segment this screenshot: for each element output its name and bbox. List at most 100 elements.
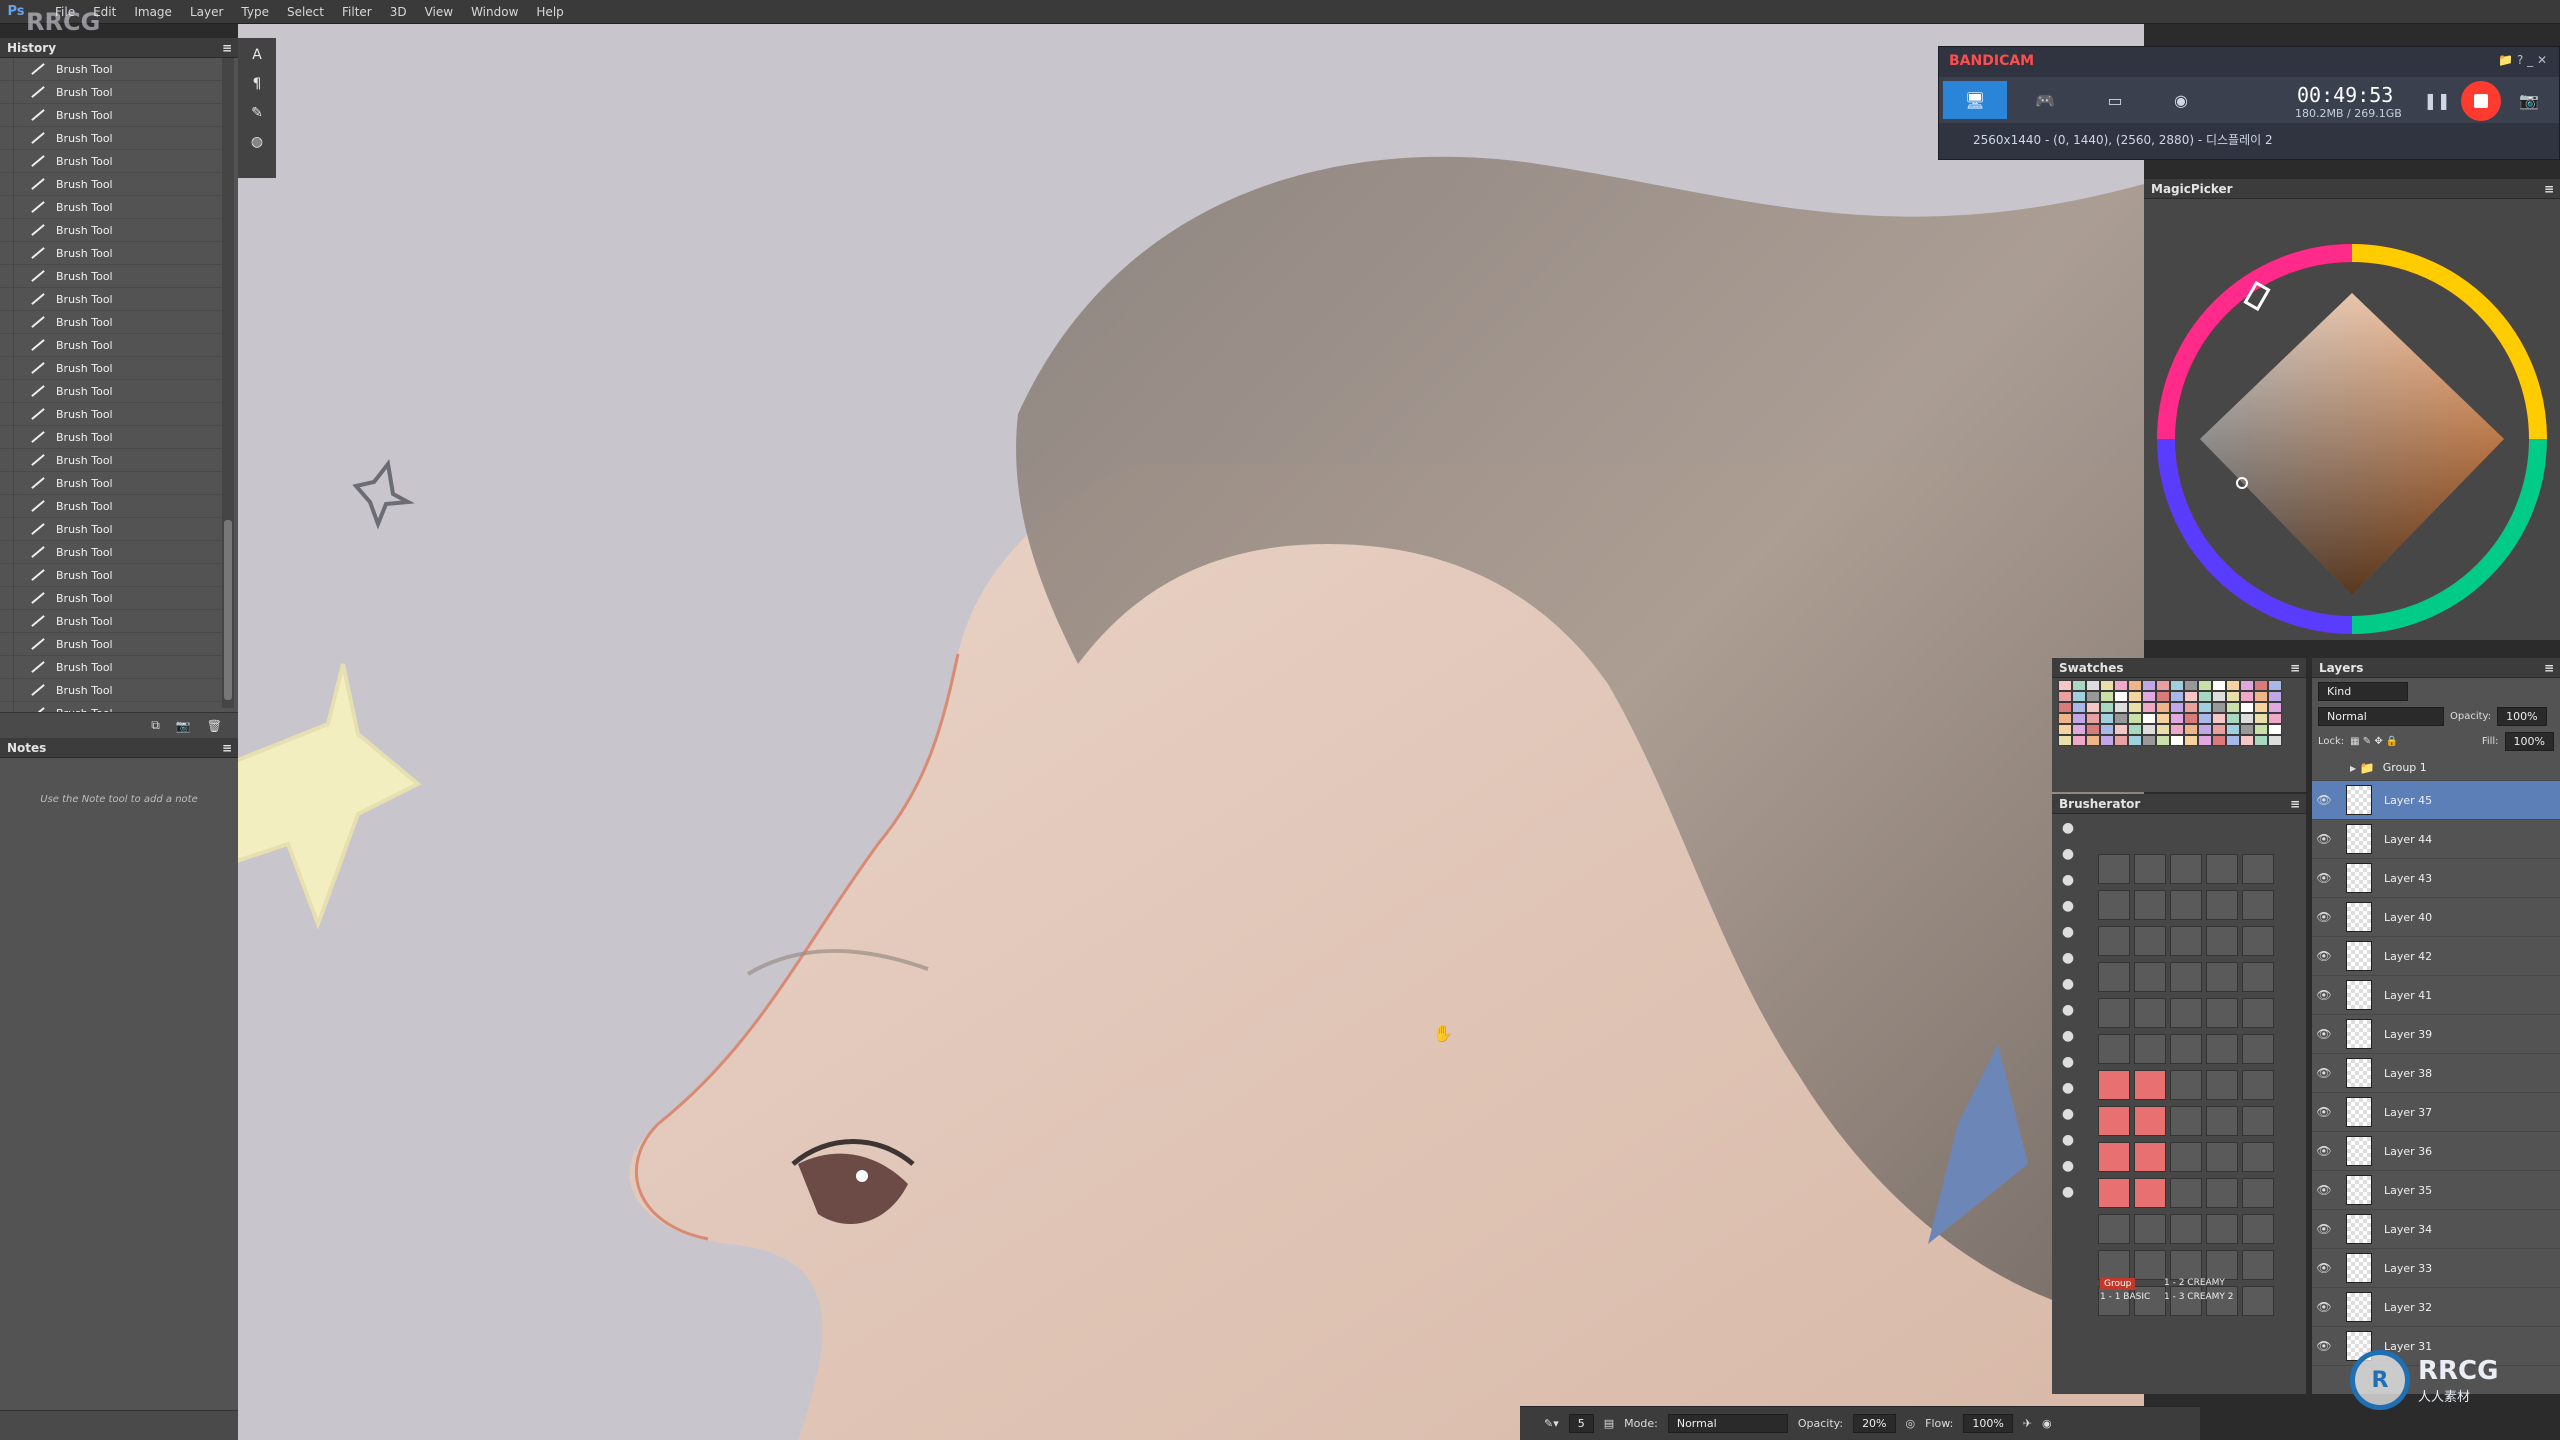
fill-icon[interactable]: ● xyxy=(2062,1184,2074,1200)
color-swatch[interactable] xyxy=(2254,735,2268,746)
color-swatch[interactable] xyxy=(2156,724,2170,735)
color-swatch[interactable] xyxy=(2226,724,2240,735)
history-state[interactable]: Brush Tool xyxy=(0,287,222,311)
color-swatch[interactable] xyxy=(2114,724,2128,735)
brush-preset-tile[interactable] xyxy=(2170,854,2202,884)
brush-preset-tile[interactable] xyxy=(2098,1178,2130,1208)
snapshot-source-toggle[interactable] xyxy=(0,632,14,656)
visibility-eye-icon[interactable]: 👁 xyxy=(2312,988,2336,1002)
snapshot-source-toggle[interactable] xyxy=(0,540,14,564)
character-tool-icon[interactable]: A xyxy=(243,43,271,67)
brush-preset-tile[interactable] xyxy=(2242,1034,2274,1064)
snapshot-source-toggle[interactable] xyxy=(0,218,14,242)
history-state[interactable]: Brush Tool xyxy=(0,655,222,679)
brush-presets-icon[interactable]: ✎ xyxy=(243,101,271,125)
visibility-eye-icon[interactable]: 👁 xyxy=(2312,1183,2336,1197)
color-swatch[interactable] xyxy=(2072,713,2086,724)
dodge-icon[interactable]: ● xyxy=(2062,1028,2074,1044)
snapshot-source-toggle[interactable] xyxy=(0,264,14,288)
color-swatch[interactable] xyxy=(2142,724,2156,735)
menu-item-filter[interactable]: Filter xyxy=(333,0,381,24)
brush-preset-tile[interactable] xyxy=(2170,890,2202,920)
color-swatch[interactable] xyxy=(2114,691,2128,702)
brush-preset-tile[interactable] xyxy=(2242,1178,2274,1208)
zoom-out-icon[interactable]: ● xyxy=(2062,1080,2074,1096)
airbrush-icon[interactable]: ✈ xyxy=(2023,1417,2032,1430)
mask-icon[interactable]: ● xyxy=(2062,1158,2074,1174)
layer-row[interactable]: 👁 Layer 36 xyxy=(2312,1132,2560,1171)
brush-preset-tile[interactable] xyxy=(2242,890,2274,920)
layer-row[interactable]: 👁 Layer 39 xyxy=(2312,1015,2560,1054)
snapshot-source-toggle[interactable] xyxy=(0,402,14,426)
flow-field[interactable]: 100% xyxy=(1963,1414,2013,1433)
brush-preset-tile[interactable] xyxy=(2134,1250,2166,1280)
menu-item-select[interactable]: Select xyxy=(278,0,333,24)
color-swatch[interactable] xyxy=(2184,735,2198,746)
color-swatch[interactable] xyxy=(2058,713,2072,724)
snapshot-source-toggle[interactable] xyxy=(0,471,14,495)
brush-preset-tile[interactable] xyxy=(2170,926,2202,956)
history-state[interactable]: Brush Tool xyxy=(0,264,222,288)
brush-preset-tile[interactable] xyxy=(2098,962,2130,992)
color-swatch[interactable] xyxy=(2240,713,2254,724)
layer-row[interactable]: 👁 Layer 34 xyxy=(2312,1210,2560,1249)
color-swatch[interactable] xyxy=(2212,713,2226,724)
color-swatch[interactable] xyxy=(2198,735,2212,746)
color-swatch[interactable] xyxy=(2156,713,2170,724)
color-swatch[interactable] xyxy=(2212,680,2226,691)
color-swatch[interactable] xyxy=(2114,713,2128,724)
menu-item-help[interactable]: Help xyxy=(527,0,572,24)
color-swatch[interactable] xyxy=(2254,680,2268,691)
color-swatch[interactable] xyxy=(2142,680,2156,691)
color-swatch[interactable] xyxy=(2086,680,2100,691)
layer-row[interactable]: 👁 Layer 41 xyxy=(2312,976,2560,1015)
magic-wand-icon[interactable]: ● xyxy=(2062,846,2074,862)
brush-preset-tile[interactable] xyxy=(2170,1034,2202,1064)
history-state[interactable]: Brush Tool xyxy=(0,632,222,656)
history-state[interactable]: Brush Tool xyxy=(0,149,222,173)
brush-preset-tile[interactable] xyxy=(2134,1070,2166,1100)
brush-preset-tile[interactable] xyxy=(2242,1142,2274,1172)
brush-preset-tile[interactable] xyxy=(2170,1070,2202,1100)
zoom-icon[interactable]: ● xyxy=(2062,1054,2074,1070)
brush-preset-tile[interactable] xyxy=(2206,998,2238,1028)
snapshot-source-toggle[interactable] xyxy=(0,287,14,311)
color-swatch[interactable] xyxy=(2226,680,2240,691)
brush-preset-tile[interactable] xyxy=(2206,1178,2238,1208)
new-document-from-state-icon[interactable]: ⧉ xyxy=(151,718,160,733)
color-swatch[interactable] xyxy=(2058,702,2072,713)
layer-row[interactable]: 👁 Layer 33 xyxy=(2312,1249,2560,1288)
cc-libraries-icon[interactable]: ◍ xyxy=(243,130,271,154)
brush-preset-tile[interactable] xyxy=(2170,1106,2202,1136)
color-swatch[interactable] xyxy=(2156,680,2170,691)
paragraph-icon[interactable]: ¶ xyxy=(243,72,271,96)
eyedropper-icon[interactable]: ● xyxy=(2062,872,2074,888)
snapshot-source-toggle[interactable] xyxy=(0,586,14,610)
history-state[interactable]: Brush Tool xyxy=(0,563,222,587)
snapshot-source-toggle[interactable] xyxy=(0,80,14,104)
opacity-field[interactable]: 20% xyxy=(1853,1414,1896,1433)
sharpen-icon[interactable]: ● xyxy=(2062,1002,2074,1018)
history-state[interactable]: Brush Tool xyxy=(0,678,222,702)
brush-preset-tile[interactable] xyxy=(2206,854,2238,884)
brush-preset-tile[interactable] xyxy=(2134,962,2166,992)
color-swatch[interactable] xyxy=(2114,680,2128,691)
history-state[interactable]: Brush Tool xyxy=(0,609,222,633)
brush-preset-tile[interactable] xyxy=(2098,1034,2130,1064)
layer-row[interactable]: 👁 Layer 38 xyxy=(2312,1054,2560,1093)
color-swatch[interactable] xyxy=(2114,735,2128,746)
color-swatch[interactable] xyxy=(2212,691,2226,702)
color-swatch[interactable] xyxy=(2100,713,2114,724)
stop-record-button[interactable] xyxy=(2461,81,2501,121)
layer-row[interactable]: 👁 Layer 32 xyxy=(2312,1288,2560,1327)
color-swatch[interactable] xyxy=(2268,680,2282,691)
color-swatch[interactable] xyxy=(2212,702,2226,713)
brush-preset-tile[interactable] xyxy=(2134,926,2166,956)
visibility-eye-icon[interactable]: 👁 xyxy=(2312,1144,2336,1158)
color-swatch[interactable] xyxy=(2072,702,2086,713)
webcam-icon[interactable]: ◉ xyxy=(2149,81,2213,119)
color-swatch[interactable] xyxy=(2128,735,2142,746)
color-swatch[interactable] xyxy=(2240,735,2254,746)
color-swatch[interactable] xyxy=(2128,680,2142,691)
visibility-eye-icon[interactable]: 👁 xyxy=(2312,1300,2336,1314)
